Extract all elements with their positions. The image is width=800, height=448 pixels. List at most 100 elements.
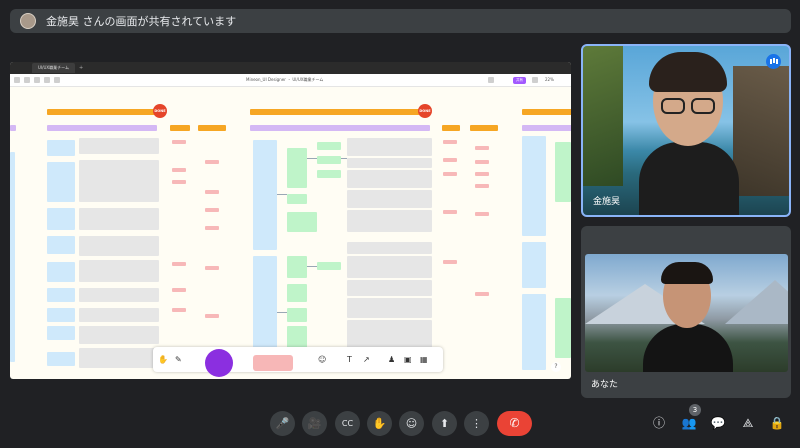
group-card	[287, 212, 317, 232]
status-tag	[443, 210, 457, 214]
host-controls-button[interactable]: 🔒	[767, 413, 787, 433]
item-card	[347, 256, 432, 278]
item-card	[47, 288, 75, 302]
category-header	[522, 125, 571, 131]
status-tag	[172, 308, 186, 312]
owner-tag	[205, 314, 219, 318]
browser-tab: UI/UX職業チーム	[32, 63, 76, 73]
person-body	[639, 142, 739, 215]
item-card	[347, 158, 432, 168]
group-card	[287, 256, 307, 278]
status-tag	[443, 140, 457, 144]
zoom-level: 22%	[545, 77, 554, 82]
group-card	[10, 152, 15, 362]
owner-tag	[475, 146, 489, 150]
browser-tab-bar: UI/UX職業チーム +	[10, 62, 571, 74]
connector	[307, 158, 317, 159]
owner-tag	[475, 160, 489, 164]
meeting-info-button[interactable]: ⓘ	[649, 413, 669, 433]
person-body	[643, 324, 733, 372]
owner-tag	[205, 160, 219, 164]
chat-button[interactable]: 💬	[708, 413, 728, 433]
frame-tool-icon	[34, 77, 40, 83]
item-card	[79, 348, 159, 368]
raise-hand-button[interactable]: ✋	[367, 411, 392, 436]
item-card	[347, 280, 432, 296]
shared-screen: UI/UX職業チーム + Mineon_UI Designer ・ UI/UX職…	[10, 62, 571, 379]
status-tag	[172, 140, 186, 144]
more-options-button[interactable]: ⋮	[464, 411, 489, 436]
item-card	[79, 260, 159, 282]
person-hair	[649, 52, 727, 92]
owner-tag	[205, 266, 219, 270]
participant-tile-self[interactable]: あなた	[581, 226, 791, 398]
section-header	[250, 109, 430, 115]
section-header	[47, 109, 157, 115]
sub-card	[317, 142, 341, 150]
item-card	[47, 308, 75, 322]
status-tag	[172, 262, 186, 266]
end-call-button[interactable]: ✆	[497, 411, 532, 436]
owner-tag	[205, 226, 219, 230]
item-card	[347, 138, 432, 156]
status-tag	[443, 260, 457, 264]
table-tool-icon: ▦	[420, 355, 428, 364]
microphone-button[interactable]: 🎤	[270, 411, 295, 436]
captions-button[interactable]: CC	[335, 411, 360, 436]
play-icon	[532, 77, 538, 83]
item-card	[347, 320, 432, 350]
group-card	[522, 242, 546, 288]
item-card	[347, 170, 432, 188]
group-card	[522, 294, 546, 370]
group-card	[253, 140, 277, 250]
pen-tool-icon: ✎	[175, 355, 182, 364]
sticker-icon: ☺	[318, 355, 327, 364]
item-card	[47, 140, 75, 156]
connector	[341, 158, 347, 159]
participant-tile-presenter[interactable]: 金施昊	[581, 44, 791, 217]
emoji-button[interactable]: ☺	[399, 411, 424, 436]
group-card	[287, 308, 307, 322]
figjam-bottom-toolbar: ✋ ✎ ☺ T ↗ ♟ ▣ ▦	[153, 347, 443, 377]
presenter-avatar	[20, 13, 36, 29]
status-tag	[172, 168, 186, 172]
move-tool-icon	[24, 77, 30, 83]
sub-card	[317, 170, 341, 178]
item-card	[47, 162, 75, 202]
text-tool-icon: T	[347, 355, 352, 364]
participant-name: あなた	[591, 380, 619, 390]
help-icon: ?	[551, 362, 561, 372]
speaking-indicator-icon	[766, 54, 781, 69]
sub-card	[317, 262, 341, 270]
present-button[interactable]: ⬆	[432, 411, 457, 436]
item-card	[347, 210, 432, 232]
item-card	[347, 242, 432, 254]
item-card	[79, 160, 159, 202]
item-card	[79, 308, 159, 322]
group-card	[287, 194, 307, 204]
group-card	[287, 326, 307, 348]
group-card	[555, 298, 571, 358]
group-card	[522, 136, 546, 236]
status-header	[442, 125, 460, 131]
item-card	[47, 352, 75, 366]
mountain-background	[585, 254, 788, 372]
group-card	[555, 142, 571, 202]
sticky-note-preview	[253, 355, 293, 371]
hand-tool-icon: ✋	[158, 355, 168, 364]
owner-tag	[205, 208, 219, 212]
item-card	[79, 236, 159, 256]
item-card	[79, 138, 159, 154]
camera-button[interactable]: 🎥	[302, 411, 327, 436]
connector	[307, 266, 317, 267]
people-button[interactable]: 👥	[679, 413, 699, 433]
connector-tool-icon: ↗	[363, 355, 370, 364]
palm-trees	[583, 46, 623, 186]
connector	[277, 194, 287, 195]
activities-button[interactable]: ⟁	[738, 413, 758, 433]
item-card	[79, 208, 159, 230]
presentation-banner: 金施昊 さんの画面が共有されています	[10, 9, 791, 33]
share-button: 共有	[513, 77, 526, 84]
sub-card	[317, 156, 341, 164]
owner-tag	[475, 172, 489, 176]
